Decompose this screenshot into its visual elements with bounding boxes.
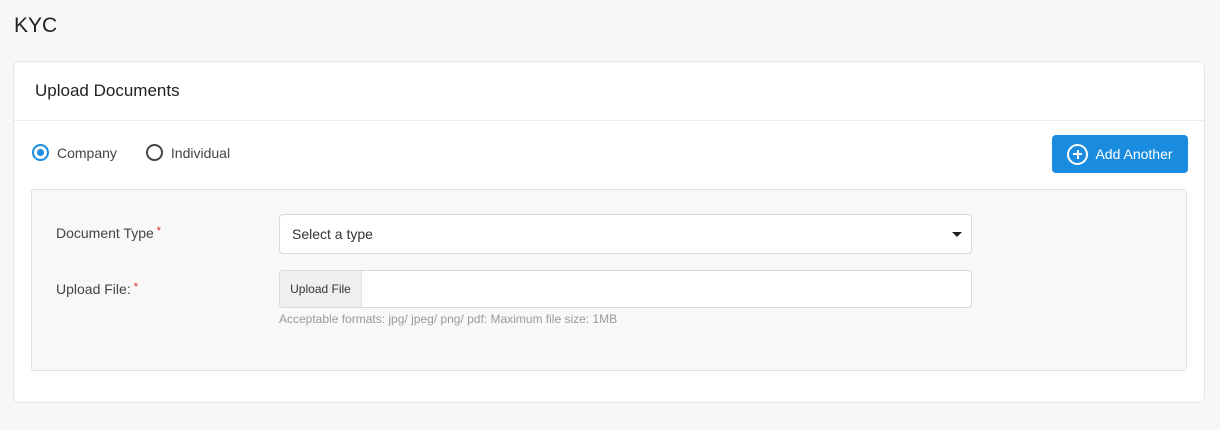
radio-unchecked-icon[interactable] — [145, 144, 163, 161]
radio-label-individual: Individual — [170, 144, 231, 161]
document-type-row: Document Type * Select a type — [32, 214, 1186, 254]
card-title: Upload Documents — [35, 81, 180, 100]
caret-down-icon — [952, 232, 962, 237]
required-marker: * — [156, 225, 162, 237]
document-type-label: Document Type * — [56, 225, 161, 241]
required-marker: * — [133, 281, 138, 293]
add-another-label: Add Another — [1095, 146, 1173, 162]
file-format-help-text: Acceptable formats: jpg/ jpeg/ png/ pdf:… — [279, 312, 618, 326]
upload-file-button[interactable]: Upload File — [280, 271, 362, 307]
radio-individual[interactable]: Individual — [145, 144, 231, 161]
document-panel: Document Type * Select a type Upload File… — [31, 189, 1187, 371]
card-header: Upload Documents — [14, 62, 1204, 121]
document-type-label-text: Document Type — [56, 225, 154, 241]
radio-checked-icon[interactable] — [32, 144, 49, 161]
entity-toolbar: Company Individual Add Another — [14, 122, 1204, 188]
page-title: KYC — [14, 14, 58, 37]
add-another-button[interactable]: Add Another — [1052, 135, 1188, 173]
upload-file-row: Upload File: * Upload File Acceptable for… — [32, 270, 1186, 330]
plus-circle-icon — [1067, 143, 1089, 165]
upload-file-label: Upload File: * — [56, 281, 138, 297]
entity-type-radio-group: Company Individual — [32, 144, 259, 161]
upload-file-label-text: Upload File: — [56, 281, 131, 297]
upload-file-input[interactable]: Upload File — [279, 270, 972, 308]
upload-documents-card: Upload Documents Company Individual Add … — [13, 61, 1205, 403]
radio-label-company: Company — [57, 144, 117, 161]
document-type-select[interactable]: Select a type — [279, 214, 972, 254]
document-type-placeholder: Select a type — [292, 226, 373, 242]
file-name-display[interactable] — [362, 271, 971, 307]
radio-company[interactable]: Company — [32, 144, 117, 161]
